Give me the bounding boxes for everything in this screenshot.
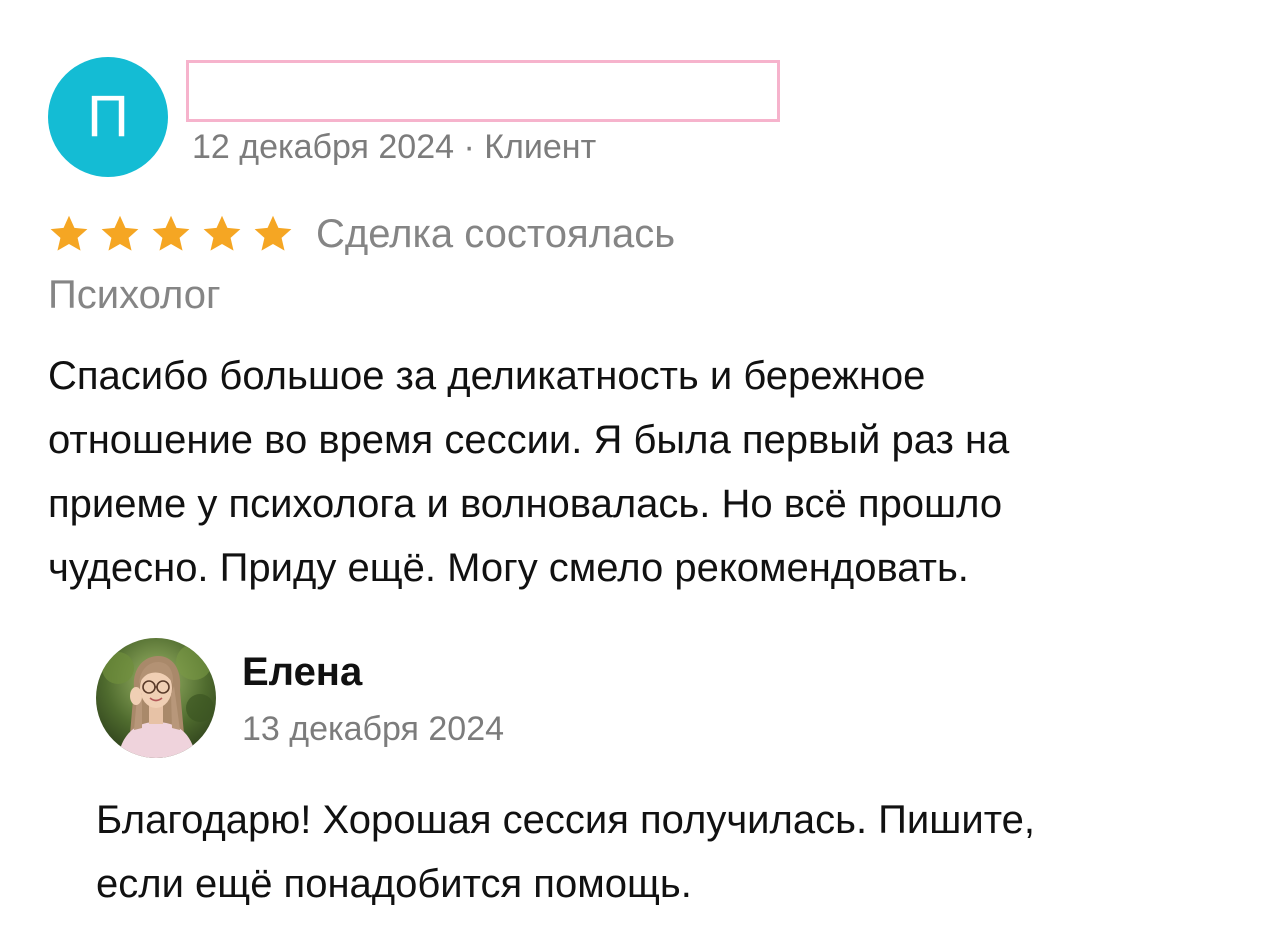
review-text-line: приеме у психолога и волновалась. Но всё… <box>48 482 1003 526</box>
specialist-avatar <box>96 638 216 758</box>
review-text-line: отношение во время сессии. Я была первый… <box>48 418 1010 462</box>
review-meta: 12 декабря 2024 · Клиент <box>192 128 597 166</box>
review-text-line: Спасибо большое за деликатность и бережн… <box>48 354 926 398</box>
deal-status: Сделка состоялась <box>316 211 676 256</box>
star-icon <box>101 215 139 251</box>
reply-author-name: Елена <box>242 650 363 694</box>
service-category: Психолог <box>48 273 221 317</box>
reply-text-line: Благодарю! Хорошая сессия получилась. Пи… <box>96 798 1035 842</box>
reviewer-name-redacted <box>186 60 780 122</box>
star-icon <box>50 215 88 251</box>
star-rating <box>48 213 303 255</box>
review-card: П 12 декабря 2024 · Клиент Сделка состоя… <box>0 0 1284 945</box>
specialist-reply: Елена 13 декабря 2024 Благодарю! Хорошая… <box>96 638 1246 938</box>
reply-text: Благодарю! Хорошая сессия получилась. Пи… <box>96 788 1246 916</box>
reviewer-avatar: П <box>48 57 168 177</box>
star-icon <box>203 215 241 251</box>
star-icon <box>152 215 190 251</box>
reply-text-line: если ещё понадобится помощь. <box>96 862 692 906</box>
rating-row: Сделка состоялась <box>48 206 675 262</box>
star-icon <box>254 215 292 251</box>
reply-date: 13 декабря 2024 <box>242 710 505 748</box>
review-text: Спасибо большое за деликатность и бережн… <box>48 344 1248 600</box>
review-text-line: чудесно. Приду ещё. Могу смело рекомендо… <box>48 546 969 590</box>
